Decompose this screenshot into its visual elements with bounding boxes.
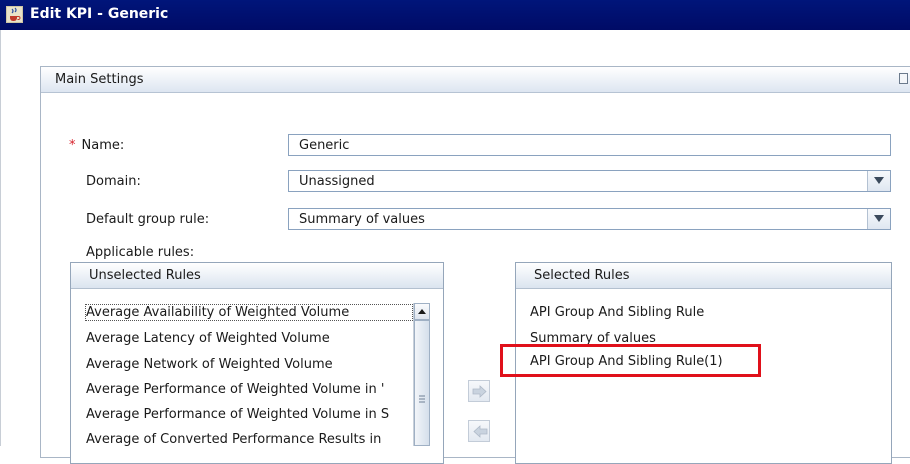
domain-value: Unassigned bbox=[299, 174, 375, 189]
main-settings-header[interactable]: Main Settings bbox=[41, 67, 910, 93]
unselected-rules-scrollbar[interactable] bbox=[413, 303, 430, 446]
domain-label: Domain: bbox=[86, 174, 141, 189]
java-cup-icon bbox=[6, 6, 23, 23]
required-mark: * bbox=[69, 138, 76, 153]
group-rule-value: Summary of values bbox=[299, 212, 425, 227]
name-label: * Name: bbox=[69, 138, 124, 153]
selected-rules-title: Selected Rules bbox=[534, 268, 630, 283]
expand-icon[interactable] bbox=[899, 73, 908, 84]
list-item[interactable]: API Group And Sibling Rule bbox=[530, 305, 704, 320]
unselected-rules-title: Unselected Rules bbox=[89, 268, 201, 283]
name-label-text: Name: bbox=[81, 138, 125, 153]
arrow-left-icon bbox=[473, 425, 488, 438]
name-field[interactable]: Generic bbox=[288, 134, 891, 156]
list-item[interactable]: Average Performance of Weighted Volume i… bbox=[86, 407, 412, 422]
list-item[interactable]: Average Latency of Weighted Volume bbox=[86, 331, 330, 346]
domain-select[interactable]: Unassigned bbox=[288, 170, 891, 192]
remove-rule-button[interactable] bbox=[468, 420, 490, 442]
window-title: Edit KPI - Generic bbox=[30, 6, 169, 22]
domain-dropdown-button[interactable] bbox=[867, 171, 890, 191]
arrow-right-icon bbox=[472, 385, 487, 398]
window-titlebar: Edit KPI - Generic bbox=[0, 0, 910, 30]
grip-icon bbox=[419, 395, 425, 403]
main-settings-title: Main Settings bbox=[55, 72, 144, 87]
scroll-thumb[interactable] bbox=[414, 320, 430, 446]
scroll-up-button[interactable] bbox=[414, 303, 430, 320]
list-item[interactable]: Average Network of Weighted Volume bbox=[86, 357, 333, 372]
list-item[interactable]: Average of Converted Performance Results… bbox=[86, 432, 412, 447]
list-item[interactable]: Average Performance of Weighted Volume i… bbox=[86, 382, 412, 397]
chevron-up-icon bbox=[418, 309, 426, 314]
chevron-down-icon bbox=[874, 177, 884, 184]
selected-rules-header: Selected Rules bbox=[516, 263, 891, 289]
add-rule-button[interactable] bbox=[468, 380, 490, 402]
chevron-down-icon bbox=[874, 215, 884, 222]
unselected-rules-header: Unselected Rules bbox=[71, 263, 443, 289]
group-rule-select[interactable]: Summary of values bbox=[288, 208, 891, 230]
list-item[interactable]: Average Availability of Weighted Volume bbox=[85, 304, 413, 321]
group-rule-label: Default group rule: bbox=[86, 212, 210, 227]
group-rule-dropdown-button[interactable] bbox=[867, 209, 890, 229]
applicable-rules-label: Applicable rules: bbox=[86, 245, 195, 260]
highlight-annotation bbox=[500, 344, 761, 377]
